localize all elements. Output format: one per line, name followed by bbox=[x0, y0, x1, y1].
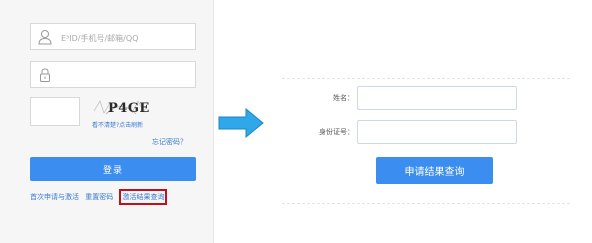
login-button[interactable]: 登录 bbox=[30, 157, 196, 181]
captcha-image[interactable]: P4GE bbox=[92, 97, 150, 117]
captcha-text: P4GE bbox=[108, 101, 150, 116]
first-apply-link[interactable]: 首次申请与激活 bbox=[30, 193, 79, 201]
password-field[interactable] bbox=[30, 61, 196, 88]
account-input[interactable] bbox=[59, 28, 193, 48]
reset-password-link[interactable]: 重置密码 bbox=[85, 193, 113, 201]
captcha-input[interactable] bbox=[30, 97, 80, 126]
application-query-button[interactable]: 申请结果查询 bbox=[376, 157, 493, 184]
activation-query-link[interactable]: 激活结果查询 bbox=[119, 189, 168, 205]
bottom-links: 首次申请与激活 重置密码 激活结果查询 bbox=[30, 189, 168, 205]
login-panel: P4GE 看不清楚?点击刷新 忘记密码？ 登录 首次申请与激活 重置密码 激活结… bbox=[0, 0, 214, 243]
account-field[interactable] bbox=[30, 23, 196, 50]
forgot-password-link[interactable]: 忘记密码？ bbox=[152, 137, 187, 147]
id-number-input[interactable] bbox=[357, 120, 517, 144]
lock-icon bbox=[40, 68, 50, 82]
user-icon bbox=[38, 30, 52, 45]
captcha-refresh-link[interactable]: 看不清楚?点击刷新 bbox=[92, 120, 143, 129]
id-number-label: 身份证号： bbox=[319, 128, 354, 136]
name-input[interactable] bbox=[357, 86, 517, 110]
name-label: 姓名： bbox=[333, 94, 354, 102]
arrow-right-icon bbox=[218, 108, 264, 138]
password-input[interactable] bbox=[59, 66, 193, 86]
